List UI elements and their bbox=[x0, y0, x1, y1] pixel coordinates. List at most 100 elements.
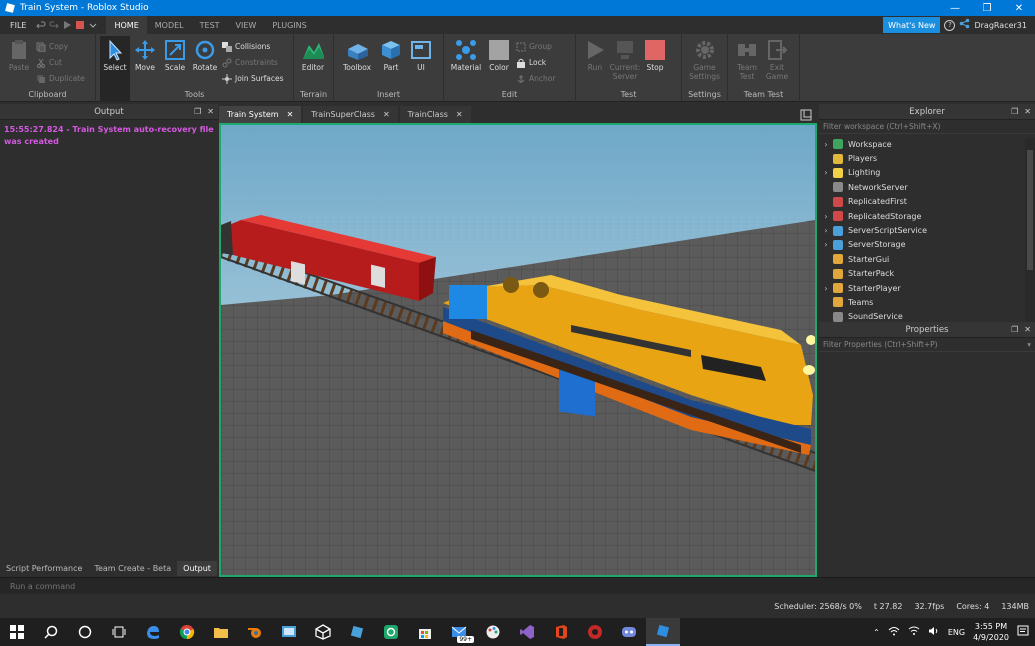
taskbar-red-app[interactable] bbox=[578, 618, 612, 646]
explorer-filter-input[interactable]: Filter workspace (Ctrl+Shift+X) bbox=[819, 120, 1035, 134]
undo-icon[interactable] bbox=[36, 20, 46, 30]
collisions-toggle[interactable]: Collisions bbox=[222, 40, 284, 53]
maximize-viewport-icon[interactable] bbox=[799, 108, 813, 122]
close-panel-icon[interactable]: ✕ bbox=[1024, 107, 1031, 116]
taskbar-discord[interactable] bbox=[612, 618, 646, 646]
expand-arrow-icon[interactable]: › bbox=[819, 168, 833, 177]
expand-arrow-icon[interactable]: › bbox=[819, 212, 833, 221]
cut-button[interactable]: Cut bbox=[36, 56, 85, 69]
explorer-item[interactable]: Teams bbox=[819, 295, 1035, 309]
chevron-up-icon[interactable]: ⌃ bbox=[873, 628, 880, 637]
task-view-button[interactable] bbox=[102, 618, 136, 646]
system-tray: ⌃ ENG 3:55 PM 4/9/2020 bbox=[873, 621, 1035, 643]
explorer-item[interactable]: › ServerStorage bbox=[819, 238, 1035, 252]
dropdown-icon[interactable] bbox=[88, 20, 98, 30]
explorer-scrollbar[interactable] bbox=[1025, 138, 1035, 322]
clock[interactable]: 3:55 PM 4/9/2020 bbox=[973, 621, 1009, 643]
tab-model[interactable]: MODEL bbox=[147, 16, 192, 34]
username[interactable]: DragRacer31 bbox=[974, 21, 1027, 30]
expand-arrow-icon[interactable]: › bbox=[819, 226, 833, 235]
taskbar-visual-studio[interactable] bbox=[510, 618, 544, 646]
anchor-button[interactable]: Anchor bbox=[516, 72, 555, 85]
cortana-button[interactable] bbox=[68, 618, 102, 646]
start-button[interactable] bbox=[0, 618, 34, 646]
tab-test[interactable]: TEST bbox=[192, 16, 228, 34]
taskbar-edge[interactable] bbox=[136, 618, 170, 646]
network-icon[interactable] bbox=[888, 626, 900, 638]
expand-arrow-icon[interactable]: › bbox=[819, 284, 833, 293]
maximize-button[interactable]: ❐ bbox=[971, 0, 1003, 16]
scroll-thumb[interactable] bbox=[1027, 150, 1033, 270]
close-tab-icon[interactable]: ✕ bbox=[383, 110, 390, 119]
command-input[interactable] bbox=[0, 578, 1035, 594]
taskbar-mail[interactable]: 99+ bbox=[442, 618, 476, 646]
duplicate-button[interactable]: Duplicate bbox=[36, 72, 85, 85]
tab-view[interactable]: VIEW bbox=[228, 16, 265, 34]
tab-script-performance[interactable]: Script Performance bbox=[0, 561, 88, 576]
dock-icon[interactable]: ❐ bbox=[1011, 107, 1018, 116]
tab-team-create[interactable]: Team Create - Beta bbox=[88, 561, 177, 576]
taskbar-blender[interactable] bbox=[238, 618, 272, 646]
search-button[interactable] bbox=[34, 618, 68, 646]
play-icon[interactable] bbox=[62, 20, 72, 30]
tab-plugins[interactable]: PLUGINS bbox=[264, 16, 314, 34]
folder-icon bbox=[214, 628, 228, 638]
taskbar-app-screen[interactable] bbox=[272, 618, 306, 646]
explorer-item[interactable]: ReplicatedFirst bbox=[819, 195, 1035, 209]
share-icon[interactable] bbox=[959, 18, 970, 32]
dock-icon[interactable]: ❐ bbox=[1011, 325, 1018, 334]
help-icon[interactable]: ? bbox=[944, 19, 956, 31]
minimize-button[interactable]: — bbox=[939, 0, 971, 16]
explorer-item[interactable]: StarterGui bbox=[819, 252, 1035, 266]
expand-arrow-icon[interactable]: › bbox=[819, 140, 833, 149]
close-panel-icon[interactable]: ✕ bbox=[207, 107, 214, 116]
close-button[interactable]: ✕ bbox=[1003, 0, 1035, 16]
wifi-icon[interactable] bbox=[908, 626, 920, 638]
taskbar-paint[interactable] bbox=[476, 618, 510, 646]
log-line[interactable]: 15:55:27.824 - Train System auto-recover… bbox=[0, 120, 218, 152]
explorer-item[interactable]: › ServerScriptService bbox=[819, 223, 1035, 237]
tab-home[interactable]: HOME bbox=[106, 16, 147, 34]
close-panel-icon[interactable]: ✕ bbox=[1024, 325, 1031, 334]
language-indicator[interactable]: ENG bbox=[948, 628, 965, 637]
chrome-icon bbox=[179, 625, 195, 640]
explorer-item[interactable]: › ReplicatedStorage bbox=[819, 209, 1035, 223]
notifications-icon[interactable] bbox=[1017, 625, 1029, 639]
redo-icon[interactable] bbox=[49, 20, 60, 30]
taskbar-file-explorer[interactable] bbox=[204, 618, 238, 646]
stop-icon[interactable] bbox=[75, 20, 85, 30]
explorer-item[interactable]: › Lighting bbox=[819, 166, 1035, 180]
group-button[interactable]: Group bbox=[516, 40, 555, 53]
explorer-item[interactable]: StarterPack bbox=[819, 267, 1035, 281]
tab-output[interactable]: Output bbox=[177, 561, 217, 576]
file-menu[interactable]: FILE bbox=[0, 21, 36, 30]
close-tab-icon[interactable]: ✕ bbox=[456, 110, 463, 119]
explorer-item[interactable]: › StarterPlayer bbox=[819, 281, 1035, 295]
taskbar-app-green[interactable] bbox=[374, 618, 408, 646]
properties-filter-input[interactable]: Filter Properties (Ctrl+Shift+P) ▾ bbox=[819, 338, 1035, 352]
join-surfaces-toggle[interactable]: Join Surfaces bbox=[222, 72, 284, 85]
doc-tab-train-system[interactable]: Train System ✕ bbox=[219, 106, 302, 123]
taskbar-3d-viewer[interactable] bbox=[306, 618, 340, 646]
expand-arrow-icon[interactable]: › bbox=[819, 240, 833, 249]
explorer-item[interactable]: Players bbox=[819, 151, 1035, 165]
volume-icon[interactable] bbox=[928, 626, 940, 638]
taskbar-chrome[interactable] bbox=[170, 618, 204, 646]
lock-button[interactable]: Lock bbox=[516, 56, 555, 69]
explorer-item[interactable]: NetworkServer bbox=[819, 180, 1035, 194]
explorer-item[interactable]: › Workspace bbox=[819, 137, 1035, 151]
chevron-down-icon[interactable]: ▾ bbox=[1027, 340, 1031, 349]
terrain-icon bbox=[302, 39, 324, 61]
taskbar-store[interactable] bbox=[408, 618, 442, 646]
doc-tab-trainclass[interactable]: TrainClass ✕ bbox=[399, 106, 471, 123]
whats-new-button[interactable]: What's New bbox=[883, 17, 941, 33]
taskbar-office[interactable] bbox=[544, 618, 578, 646]
taskbar-roblox-studio[interactable] bbox=[646, 618, 680, 646]
taskbar-roblox-player[interactable] bbox=[340, 618, 374, 646]
constraints-toggle[interactable]: Constraints bbox=[222, 56, 284, 69]
doc-tab-trainsuperclass[interactable]: TrainSuperClass ✕ bbox=[303, 106, 398, 123]
dock-icon[interactable]: ❐ bbox=[194, 107, 201, 116]
3d-viewport[interactable] bbox=[219, 123, 817, 577]
copy-button[interactable]: Copy bbox=[36, 40, 85, 53]
close-tab-icon[interactable]: ✕ bbox=[287, 110, 294, 119]
